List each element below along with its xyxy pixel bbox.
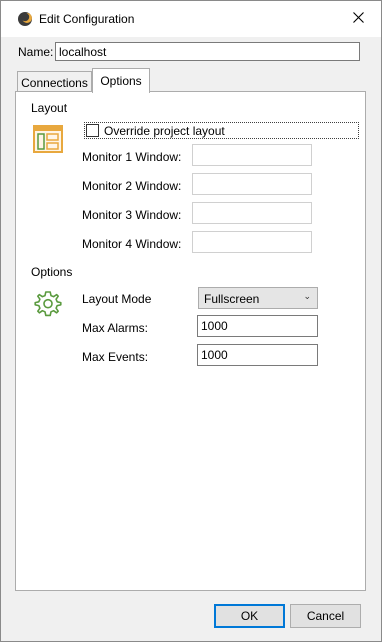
monitor-3-label: Monitor 3 Window: bbox=[82, 208, 182, 222]
monitor-2-window-input[interactable] bbox=[192, 173, 312, 195]
gear-icon bbox=[33, 289, 63, 319]
monitor-4-label: Monitor 4 Window: bbox=[82, 237, 182, 251]
options-group-header: Options bbox=[31, 265, 73, 279]
layout-mode-value: Fullscreen bbox=[204, 292, 260, 306]
name-label: Name: bbox=[18, 45, 54, 59]
monitor-3-window-input[interactable] bbox=[192, 202, 312, 224]
override-layout-checkbox[interactable] bbox=[86, 124, 99, 137]
close-button[interactable] bbox=[335, 1, 381, 37]
layout-icon bbox=[33, 125, 63, 155]
layout-group-header: Layout bbox=[31, 101, 68, 115]
max-alarms-label: Max Alarms: bbox=[82, 321, 149, 335]
monitor-1-label: Monitor 1 Window: bbox=[82, 150, 182, 164]
options-group-divider bbox=[79, 270, 348, 271]
title-bar: Edit Configuration bbox=[1, 1, 381, 37]
chevron-down-icon: ⌄ bbox=[303, 291, 311, 301]
override-layout-checkbox-row[interactable]: Override project layout bbox=[84, 122, 359, 139]
cancel-button[interactable]: Cancel bbox=[290, 604, 361, 628]
close-icon bbox=[352, 12, 364, 26]
tab-options[interactable]: Options bbox=[92, 68, 150, 93]
max-alarms-input[interactable]: 1000 bbox=[197, 315, 318, 337]
monitor-4-window-input[interactable] bbox=[192, 231, 312, 253]
window-title: Edit Configuration bbox=[39, 12, 135, 26]
options-tab-panel: Layout Override project layout Monitor 1… bbox=[15, 91, 366, 591]
layout-mode-select[interactable]: Fullscreen ⌄ bbox=[198, 287, 318, 309]
max-events-input[interactable]: 1000 bbox=[197, 344, 318, 366]
max-events-label: Max Events: bbox=[82, 350, 149, 364]
ok-button[interactable]: OK bbox=[214, 604, 285, 628]
moon-app-icon bbox=[17, 11, 33, 27]
layout-mode-label: Layout Mode bbox=[82, 292, 152, 306]
monitor-1-window-input[interactable] bbox=[192, 144, 312, 166]
edit-configuration-dialog: Edit Configuration Name: Connections Opt… bbox=[0, 0, 382, 642]
tab-connections[interactable]: Connections bbox=[17, 71, 92, 93]
override-layout-label: Override project layout bbox=[104, 124, 225, 138]
name-input[interactable] bbox=[55, 42, 360, 61]
monitor-2-label: Monitor 2 Window: bbox=[82, 179, 182, 193]
layout-group-divider bbox=[74, 107, 348, 108]
